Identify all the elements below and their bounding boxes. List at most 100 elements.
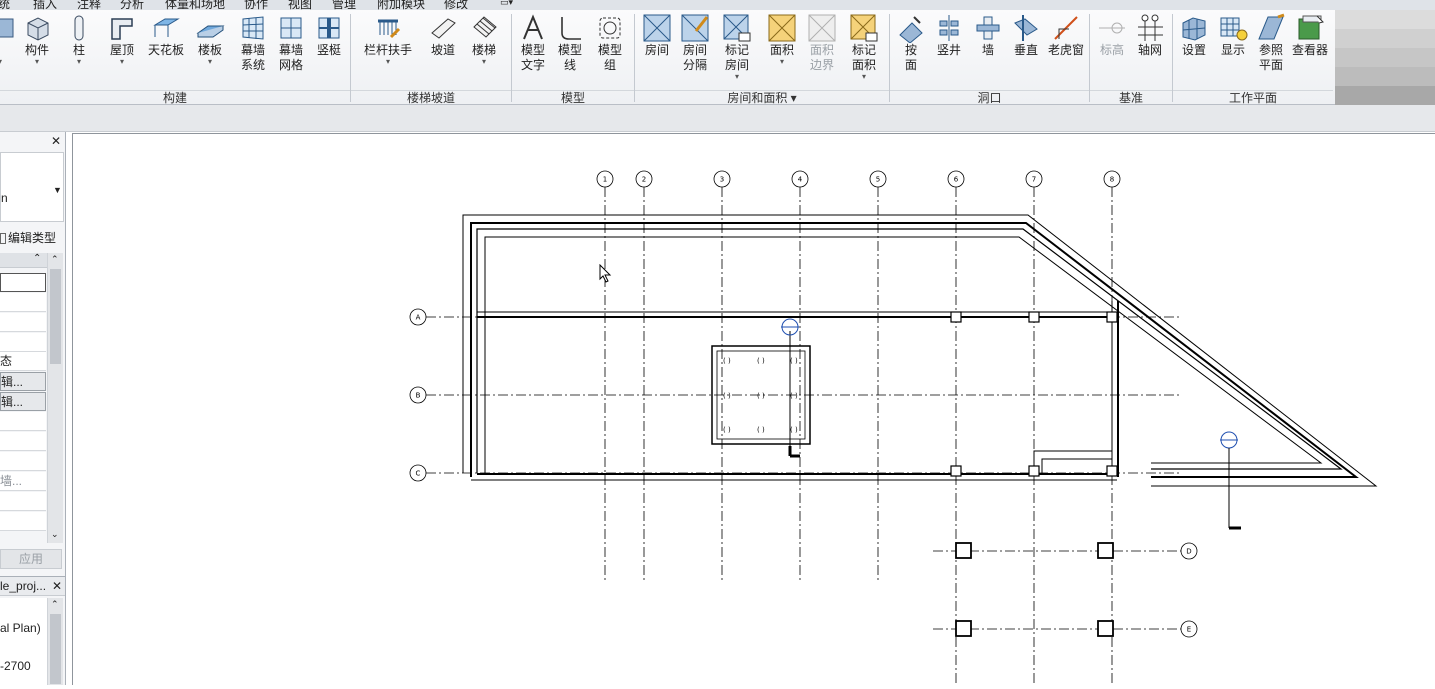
set-workplane-button[interactable]: 设置 <box>1174 13 1214 58</box>
stair-button[interactable]: 楼梯 ▾ <box>464 13 504 66</box>
roof-button[interactable]: 屋顶 ▾ <box>102 13 142 66</box>
floor-label: 楼板 <box>197 43 222 57</box>
grid-column-8-label: 8 <box>1110 176 1114 184</box>
ramp-button[interactable]: 坡道 <box>423 13 463 58</box>
model-group-button[interactable]: 模型 组 <box>590 13 630 73</box>
menu-item-view[interactable]: 视图 <box>288 0 312 10</box>
svg-text:( ): ( ) <box>723 426 731 434</box>
menu-item-collaborate[interactable]: 协作 <box>244 0 268 10</box>
viewer-label: 查看器 <box>1291 43 1328 57</box>
set-label: 设置 <box>1181 43 1206 57</box>
column-button[interactable]: 柱 ▾ <box>59 13 99 66</box>
tag-room-icon <box>723 14 751 42</box>
type-selector[interactable]: n ▼ <box>0 152 64 222</box>
menu-item-massing[interactable]: 体量和场地 <box>165 0 225 10</box>
by-face-button[interactable]: 按 面 <box>891 13 931 73</box>
vertical-opening-button[interactable]: 垂直 <box>1006 13 1046 58</box>
scroll-up-icon[interactable]: ⌃ <box>51 254 59 265</box>
model-text-button[interactable]: 模型 文字 <box>513 13 553 73</box>
grid-button[interactable]: 轴网 <box>1130 13 1170 58</box>
tag-area-icon <box>850 14 878 42</box>
room-separator-button[interactable]: 房间 分隔 <box>675 13 715 73</box>
property-row-wall[interactable]: 墙... <box>0 472 46 491</box>
component-button[interactable]: 构件 ▾ <box>17 13 57 66</box>
curtain-grid-button[interactable]: 幕墙 网格 <box>271 13 311 73</box>
reference-plane-button[interactable]: 参照 平面 <box>1251 13 1291 73</box>
ceiling-button[interactable]: 天花板 <box>146 13 186 58</box>
model-line-label: 模型 线 <box>557 43 582 72</box>
grid-column-3-label: 3 <box>720 176 724 184</box>
vertical-opening-label: 垂直 <box>1013 43 1038 57</box>
model-line-icon <box>561 17 581 40</box>
property-field-1[interactable] <box>0 273 46 292</box>
level-button[interactable]: 标高 <box>1092 13 1132 58</box>
properties-close-icon[interactable]: ✕ <box>51 134 61 148</box>
viewer-button[interactable]: 查看器 <box>1290 13 1330 58</box>
stair-label: 楼梯 <box>471 43 496 57</box>
apply-button[interactable]: 应用 <box>0 549 62 569</box>
project-browser-tree: al Plan) -2700 <box>0 598 47 685</box>
svg-text:( ): ( ) <box>790 392 798 400</box>
curtain-system-button[interactable]: 幕墙 系统 <box>233 13 273 73</box>
vertical-opening-icon <box>1014 15 1038 41</box>
tab-options-icon[interactable]: ▭▾ <box>500 0 513 8</box>
show-workplane-button[interactable]: 显示 <box>1213 13 1253 58</box>
tag-area-button[interactable]: 标记 面积 ▾ <box>844 13 884 81</box>
room-area-group-label[interactable]: 房间和面积 ▾ <box>635 90 889 105</box>
menu-item-addins[interactable]: 附加模块 <box>377 0 425 10</box>
apply-label: 应用 <box>18 552 43 566</box>
project-browser-header: le_proj... ✕ <box>0 576 65 596</box>
area-button[interactable]: 面积 ▾ <box>762 13 802 66</box>
browser-item-level[interactable]: -2700 <box>0 659 31 673</box>
room-button[interactable]: 房间 <box>637 13 677 58</box>
shaft-button[interactable]: 竖井 <box>929 13 969 58</box>
area-boundary-button[interactable]: 面积 边界 <box>802 13 842 73</box>
area-icon <box>768 14 796 42</box>
dormer-button[interactable]: 老虎窗 <box>1046 13 1086 58</box>
shaft-label: 竖井 <box>936 43 961 57</box>
mullion-button[interactable]: 竖梃 <box>309 13 349 58</box>
property-row-4 <box>0 333 46 352</box>
grid-column-6-label: 6 <box>954 176 959 184</box>
workplane-group-label: 工作平面 <box>1173 90 1333 105</box>
edit-type-button[interactable]: 编辑类型 <box>0 228 64 248</box>
property-edit-button-2[interactable]: 辑... <box>0 392 46 411</box>
railing-button[interactable]: 栏杆扶手 ▾ <box>362 13 414 66</box>
menu-item-system[interactable]: 统 <box>0 0 10 10</box>
property-state-label: 态 <box>0 354 13 368</box>
model-group-label: 模型 组 <box>597 43 622 72</box>
floor-plan-drawing[interactable]: ( )( )( ) ( )( )( ) ( )( )( ) 1 2 3 4 5 … <box>73 134 1435 686</box>
floor-button[interactable]: 楼板 ▾ <box>190 13 230 66</box>
browser-scrollbar-thumb[interactable] <box>50 614 61 684</box>
show-label: 显示 <box>1220 43 1245 57</box>
menu-bar: 统 插入 注释 分析 体量和场地 协作 视图 管理 附加模块 修改 ▭▾ <box>0 0 1435 10</box>
menu-item-manage[interactable]: 管理 <box>332 0 356 10</box>
model-line-button[interactable]: 模型 线 <box>550 13 590 73</box>
browser-scrollbar[interactable]: ⌃ <box>47 598 63 685</box>
menu-item-annotate[interactable]: 注释 <box>77 0 101 10</box>
drawing-canvas[interactable]: ( )( )( ) ( )( )( ) ( )( )( ) 1 2 3 4 5 … <box>72 133 1435 686</box>
component-label: 构件 <box>24 43 49 57</box>
group-separator <box>889 14 890 102</box>
menu-item-modify[interactable]: 修改 <box>444 0 468 10</box>
ramp-icon <box>431 18 456 39</box>
build-group-label: 构建 <box>0 90 350 105</box>
properties-scrollbar[interactable]: ⌃ ⌄ <box>47 253 63 543</box>
wall-opening-button[interactable]: 墙 <box>968 13 1008 58</box>
properties-group-header[interactable]: ⌃ <box>0 253 47 268</box>
scrollbar-thumb[interactable] <box>50 269 61 364</box>
model-text-label: 模型 文字 <box>520 43 545 72</box>
property-row-13 <box>0 512 46 531</box>
tag-room-button[interactable]: 标记 房间 ▾ <box>717 13 757 81</box>
menu-item-insert[interactable]: 插入 <box>33 0 57 10</box>
menu-item-analyze[interactable]: 分析 <box>120 0 144 10</box>
browser-close-icon[interactable]: ✕ <box>52 577 62 595</box>
browser-item-plan[interactable]: al Plan) <box>0 621 41 635</box>
property-row-2 <box>0 293 46 312</box>
property-edit-button-1[interactable]: 辑... <box>0 372 46 391</box>
mullion-icon <box>318 17 340 39</box>
scroll-down-icon[interactable]: ⌄ <box>51 529 59 540</box>
grid-column-7-label: 7 <box>1032 176 1036 184</box>
properties-panel: ✕ n ▼ 编辑类型 ⌃ 态 辑... 辑... 墙... ⌃ ⌄ 应用 le_… <box>0 132 66 685</box>
browser-scroll-up-icon[interactable]: ⌃ <box>51 599 59 610</box>
